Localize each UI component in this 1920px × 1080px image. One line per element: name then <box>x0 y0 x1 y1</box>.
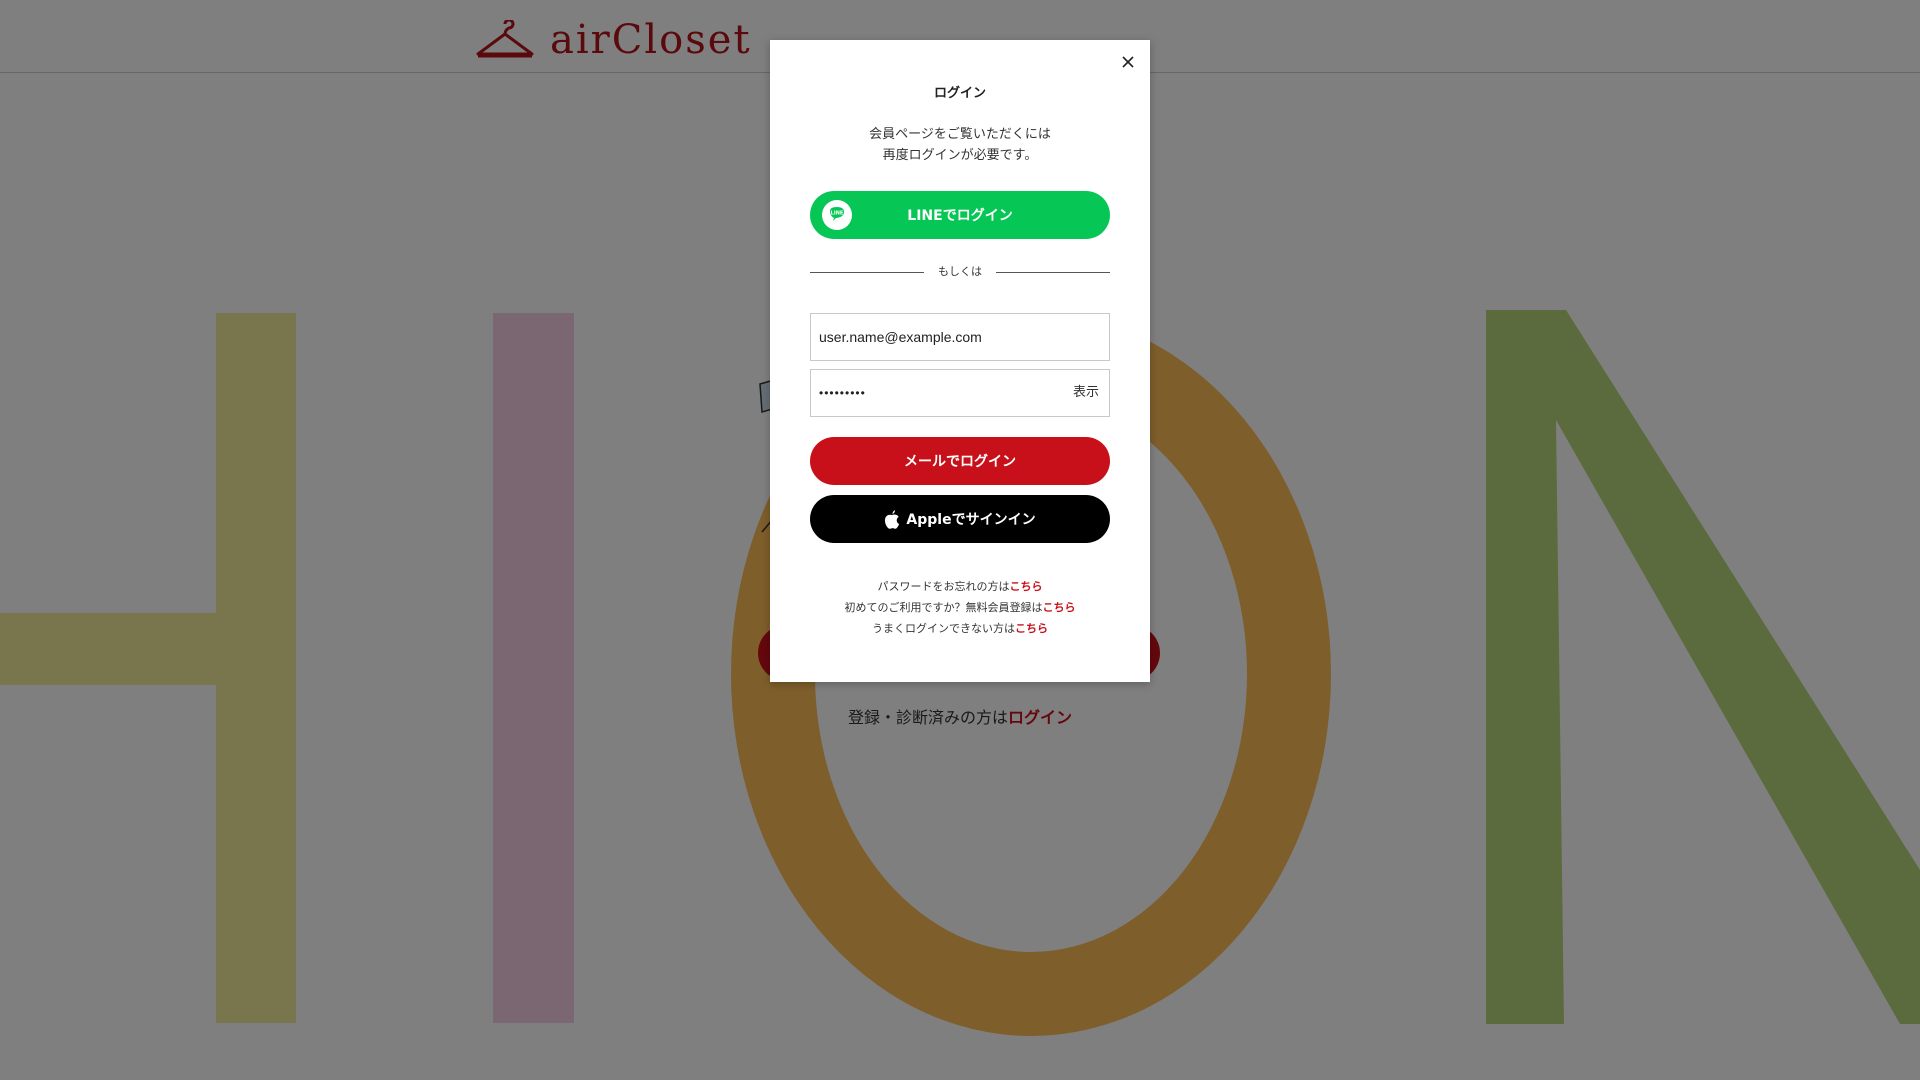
signup-link[interactable]: こちら <box>1043 601 1076 614</box>
close-icon <box>1122 56 1134 68</box>
modal-description: 会員ページをご覧いただくには 再度ログインが必要です。 <box>770 124 1150 166</box>
email-login-button[interactable]: メールでログイン <box>810 437 1110 485</box>
login-modal: ログイン 会員ページをご覧いただくには 再度ログインが必要です。 LINE LI… <box>770 40 1150 682</box>
help-links: パスワードをお忘れの方はこちら 初めてのご利用ですか？無料会員登録はこちら うま… <box>770 576 1150 639</box>
signup-text: 初めてのご利用ですか？無料会員登録は <box>844 601 1043 614</box>
modal-title: ログイン <box>933 86 986 101</box>
login-trouble-text: うまくログインできない方は <box>872 622 1015 635</box>
email-login-label: メールでログイン <box>904 454 1016 470</box>
modal-description-line1: 会員ページをご覧いただくには <box>869 127 1051 142</box>
show-password-toggle[interactable]: 表示 <box>1073 370 1099 416</box>
login-trouble-line: うまくログインできない方はこちら <box>770 618 1150 639</box>
forgot-password-text: パスワードをお忘れの方は <box>877 580 1010 593</box>
apple-signin-button[interactable]: Appleでサインイン <box>810 495 1110 543</box>
email-field-wrapper <box>810 313 1110 361</box>
svg-text:LINE: LINE <box>831 211 844 217</box>
apple-icon <box>885 509 900 529</box>
forgot-password-line: パスワードをお忘れの方はこちら <box>770 576 1150 597</box>
line-logo-icon: LINE <box>822 200 852 230</box>
password-field-wrapper: 表示 <box>810 369 1110 417</box>
apple-signin-label: Appleでサインイン <box>906 512 1036 528</box>
forgot-password-link[interactable]: こちら <box>1010 580 1043 593</box>
login-trouble-link[interactable]: こちら <box>1015 622 1048 635</box>
password-input[interactable] <box>811 370 1067 416</box>
or-divider: もしくは <box>810 264 1110 280</box>
close-button[interactable] <box>1116 50 1140 74</box>
line-login-label: LINEでログイン <box>907 208 1013 224</box>
line-login-button[interactable]: LINE LINEでログイン <box>810 191 1110 239</box>
signup-line: 初めてのご利用ですか？無料会員登録はこちら <box>770 597 1150 618</box>
modal-description-line2: 再度ログインが必要です。 <box>882 148 1038 163</box>
email-input[interactable] <box>811 314 1067 360</box>
